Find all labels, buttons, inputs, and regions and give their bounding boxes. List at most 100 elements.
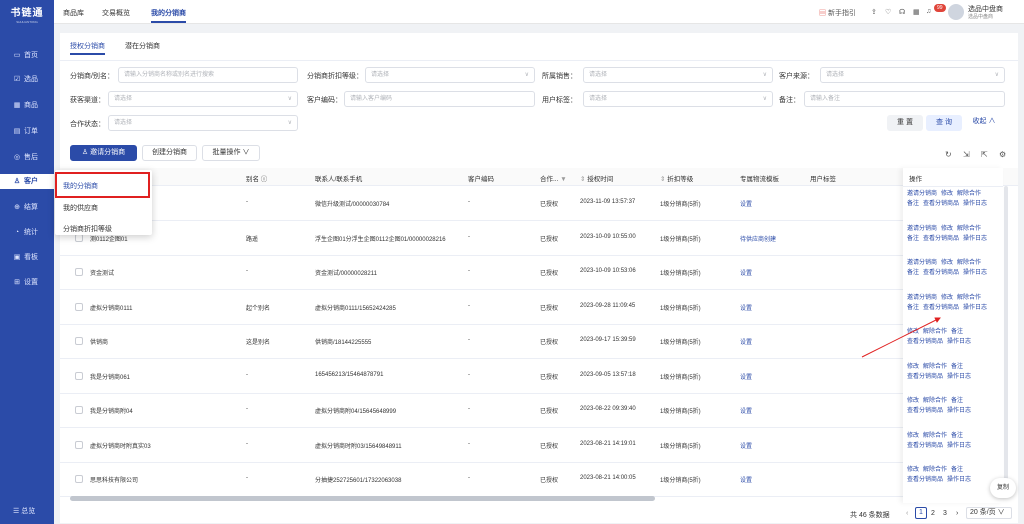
import-icon[interactable]: ⇱	[981, 150, 988, 159]
avatar[interactable]	[948, 4, 964, 20]
upload-icon[interactable]: ⇪	[871, 8, 877, 16]
tab-potential-distributors[interactable]: 潜在分销商	[125, 41, 160, 51]
copy-button[interactable]: 复制	[990, 478, 1016, 498]
page-3[interactable]: 3	[943, 510, 947, 517]
op-link[interactable]: 操作日志	[963, 201, 987, 207]
col-coop-status[interactable]: 合作... ▼	[540, 173, 567, 183]
menu-my-distributors[interactable]: 我的分销商	[63, 181, 98, 191]
guide-link[interactable]: ▤ 新手指引	[819, 8, 856, 18]
cell-logistics-template[interactable]: 设置	[740, 337, 752, 346]
tab-trade-overview[interactable]: 交易概览	[102, 8, 130, 18]
sidebar-item-dashboard[interactable]: ▣ 看板	[0, 250, 54, 265]
op-link[interactable]: 查看分销商品	[923, 270, 959, 276]
clipboard-icon[interactable]: ▦	[913, 8, 920, 16]
source-select[interactable]: 请选择 ∨	[820, 67, 1005, 83]
op-link[interactable]: 解除合作	[957, 295, 981, 301]
tab-product-library[interactable]: 商品库	[63, 8, 84, 18]
op-link[interactable]: 查看分销商品	[907, 374, 943, 380]
batch-operation-button[interactable]: 批量操作 ∨	[202, 145, 260, 161]
distributor-search-input[interactable]: 请输入分销商名称或别名进行搜索	[118, 67, 298, 83]
row-checkbox[interactable]	[75, 268, 83, 276]
cell-logistics-template[interactable]: 设置	[740, 406, 752, 415]
invite-distributor-button[interactable]: ♙ 邀请分销商	[70, 145, 137, 161]
page-2[interactable]: 2	[931, 510, 935, 517]
op-link[interactable]: 解除合作	[923, 467, 947, 473]
sidebar-item-settings[interactable]: ⊞ 设置	[0, 275, 54, 290]
op-link[interactable]: 邀请分销商	[907, 295, 937, 301]
op-link[interactable]: 修改	[941, 191, 953, 197]
op-link[interactable]: 备注	[951, 364, 963, 370]
op-link[interactable]: 操作日志	[963, 236, 987, 242]
row-checkbox[interactable]	[75, 371, 83, 380]
channel-select[interactable]: 请选择 ∨	[108, 91, 298, 107]
op-link[interactable]: 备注	[907, 305, 919, 311]
bell-icon[interactable]: ♫	[926, 8, 931, 15]
op-link[interactable]: 解除合作	[923, 329, 947, 335]
cell-logistics-template[interactable]: 设置	[740, 268, 752, 277]
op-link[interactable]: 修改	[907, 467, 919, 473]
op-link[interactable]: 查看分销商品	[923, 236, 959, 242]
op-link[interactable]: 操作日志	[947, 477, 971, 483]
export-icon[interactable]: ⇲	[963, 150, 970, 159]
row-checkbox[interactable]	[75, 440, 83, 449]
op-link[interactable]: 操作日志	[963, 305, 987, 311]
op-link[interactable]: 查看分销商品	[923, 201, 959, 207]
op-link[interactable]: 解除合作	[923, 364, 947, 370]
user-tag-select[interactable]: 请选择 ∨	[583, 91, 773, 107]
sidebar-item-order[interactable]: ▤ 订单	[0, 124, 54, 139]
op-link[interactable]: 修改	[907, 329, 919, 335]
op-link[interactable]: 备注	[951, 467, 963, 473]
tab-authorized-distributors[interactable]: 授权分销商	[70, 41, 105, 55]
op-link[interactable]: 备注	[907, 236, 919, 242]
cell-logistics-template[interactable]: 设置	[740, 475, 752, 484]
col-discount-level[interactable]: ⇕ 折扣等级	[660, 173, 693, 183]
op-link[interactable]: 修改	[941, 226, 953, 232]
op-link[interactable]: 解除合作	[957, 191, 981, 197]
row-checkbox[interactable]	[75, 337, 83, 345]
sidebar-item-monitor[interactable]: ▭ 首页	[0, 48, 54, 63]
tab-my-distributors[interactable]: 我的分销商	[151, 8, 186, 23]
headset-icon[interactable]: ☊	[899, 8, 905, 16]
discount-level-select[interactable]: 请选择 ∨	[365, 67, 535, 83]
col-auth-time[interactable]: ⇕ 授权时间	[580, 173, 613, 183]
cell-logistics-template[interactable]: 设置	[740, 303, 752, 312]
menu-my-suppliers[interactable]: 我的供应商	[63, 203, 98, 213]
op-link[interactable]: 修改	[941, 295, 953, 301]
op-link[interactable]: 修改	[907, 364, 919, 370]
op-link[interactable]: 邀请分销商	[907, 226, 937, 232]
op-link[interactable]: 查看分销商品	[907, 339, 943, 345]
gear-icon[interactable]: ⚙	[999, 150, 1006, 159]
coop-status-select[interactable]: 请选择 ∨	[108, 115, 298, 131]
sidebar-item-goods[interactable]: ▦ 商品	[0, 98, 54, 113]
op-link[interactable]: 修改	[907, 433, 919, 439]
op-link[interactable]: 邀请分销商	[907, 260, 937, 266]
sidebar-item-select[interactable]: ☑ 选品	[0, 72, 54, 87]
op-link[interactable]: 邀请分销商	[907, 191, 937, 197]
cell-logistics-template[interactable]: 设置	[740, 372, 752, 381]
sidebar-item-customer[interactable]: ♙ 客户	[0, 174, 54, 189]
op-link[interactable]: 备注	[951, 329, 963, 335]
op-link[interactable]: 查看分销商品	[907, 477, 943, 483]
collapse-button[interactable]: 收起 ∧	[966, 115, 1002, 131]
op-link[interactable]: 操作日志	[947, 374, 971, 380]
op-link[interactable]: 操作日志	[963, 270, 987, 276]
op-link[interactable]: 解除合作	[957, 260, 981, 266]
heart-icon[interactable]: ♡	[885, 8, 891, 16]
horizontal-scrollbar[interactable]	[70, 496, 655, 501]
sidebar-item-aftersale[interactable]: ◎ 售后	[0, 150, 54, 165]
op-link[interactable]: 查看分销商品	[907, 443, 943, 449]
cell-logistics-template[interactable]: 设置	[740, 441, 752, 450]
op-link[interactable]: 操作日志	[947, 443, 971, 449]
create-distributor-button[interactable]: 创建分销商	[142, 145, 197, 161]
sidebar-footer[interactable]: ☰ 总览	[0, 506, 54, 516]
sales-select[interactable]: 请选择 ∨	[583, 67, 773, 83]
op-link[interactable]: 备注	[951, 398, 963, 404]
op-link[interactable]: 操作日志	[947, 339, 971, 345]
op-link[interactable]: 查看分销商品	[907, 408, 943, 414]
op-link[interactable]: 备注	[907, 270, 919, 276]
page-1[interactable]: 1	[915, 507, 927, 519]
row-checkbox[interactable]	[75, 302, 83, 311]
op-link[interactable]: 修改	[907, 398, 919, 404]
op-link[interactable]: 备注	[907, 201, 919, 207]
sidebar-item-settle[interactable]: ⊕ 结算	[0, 200, 54, 215]
